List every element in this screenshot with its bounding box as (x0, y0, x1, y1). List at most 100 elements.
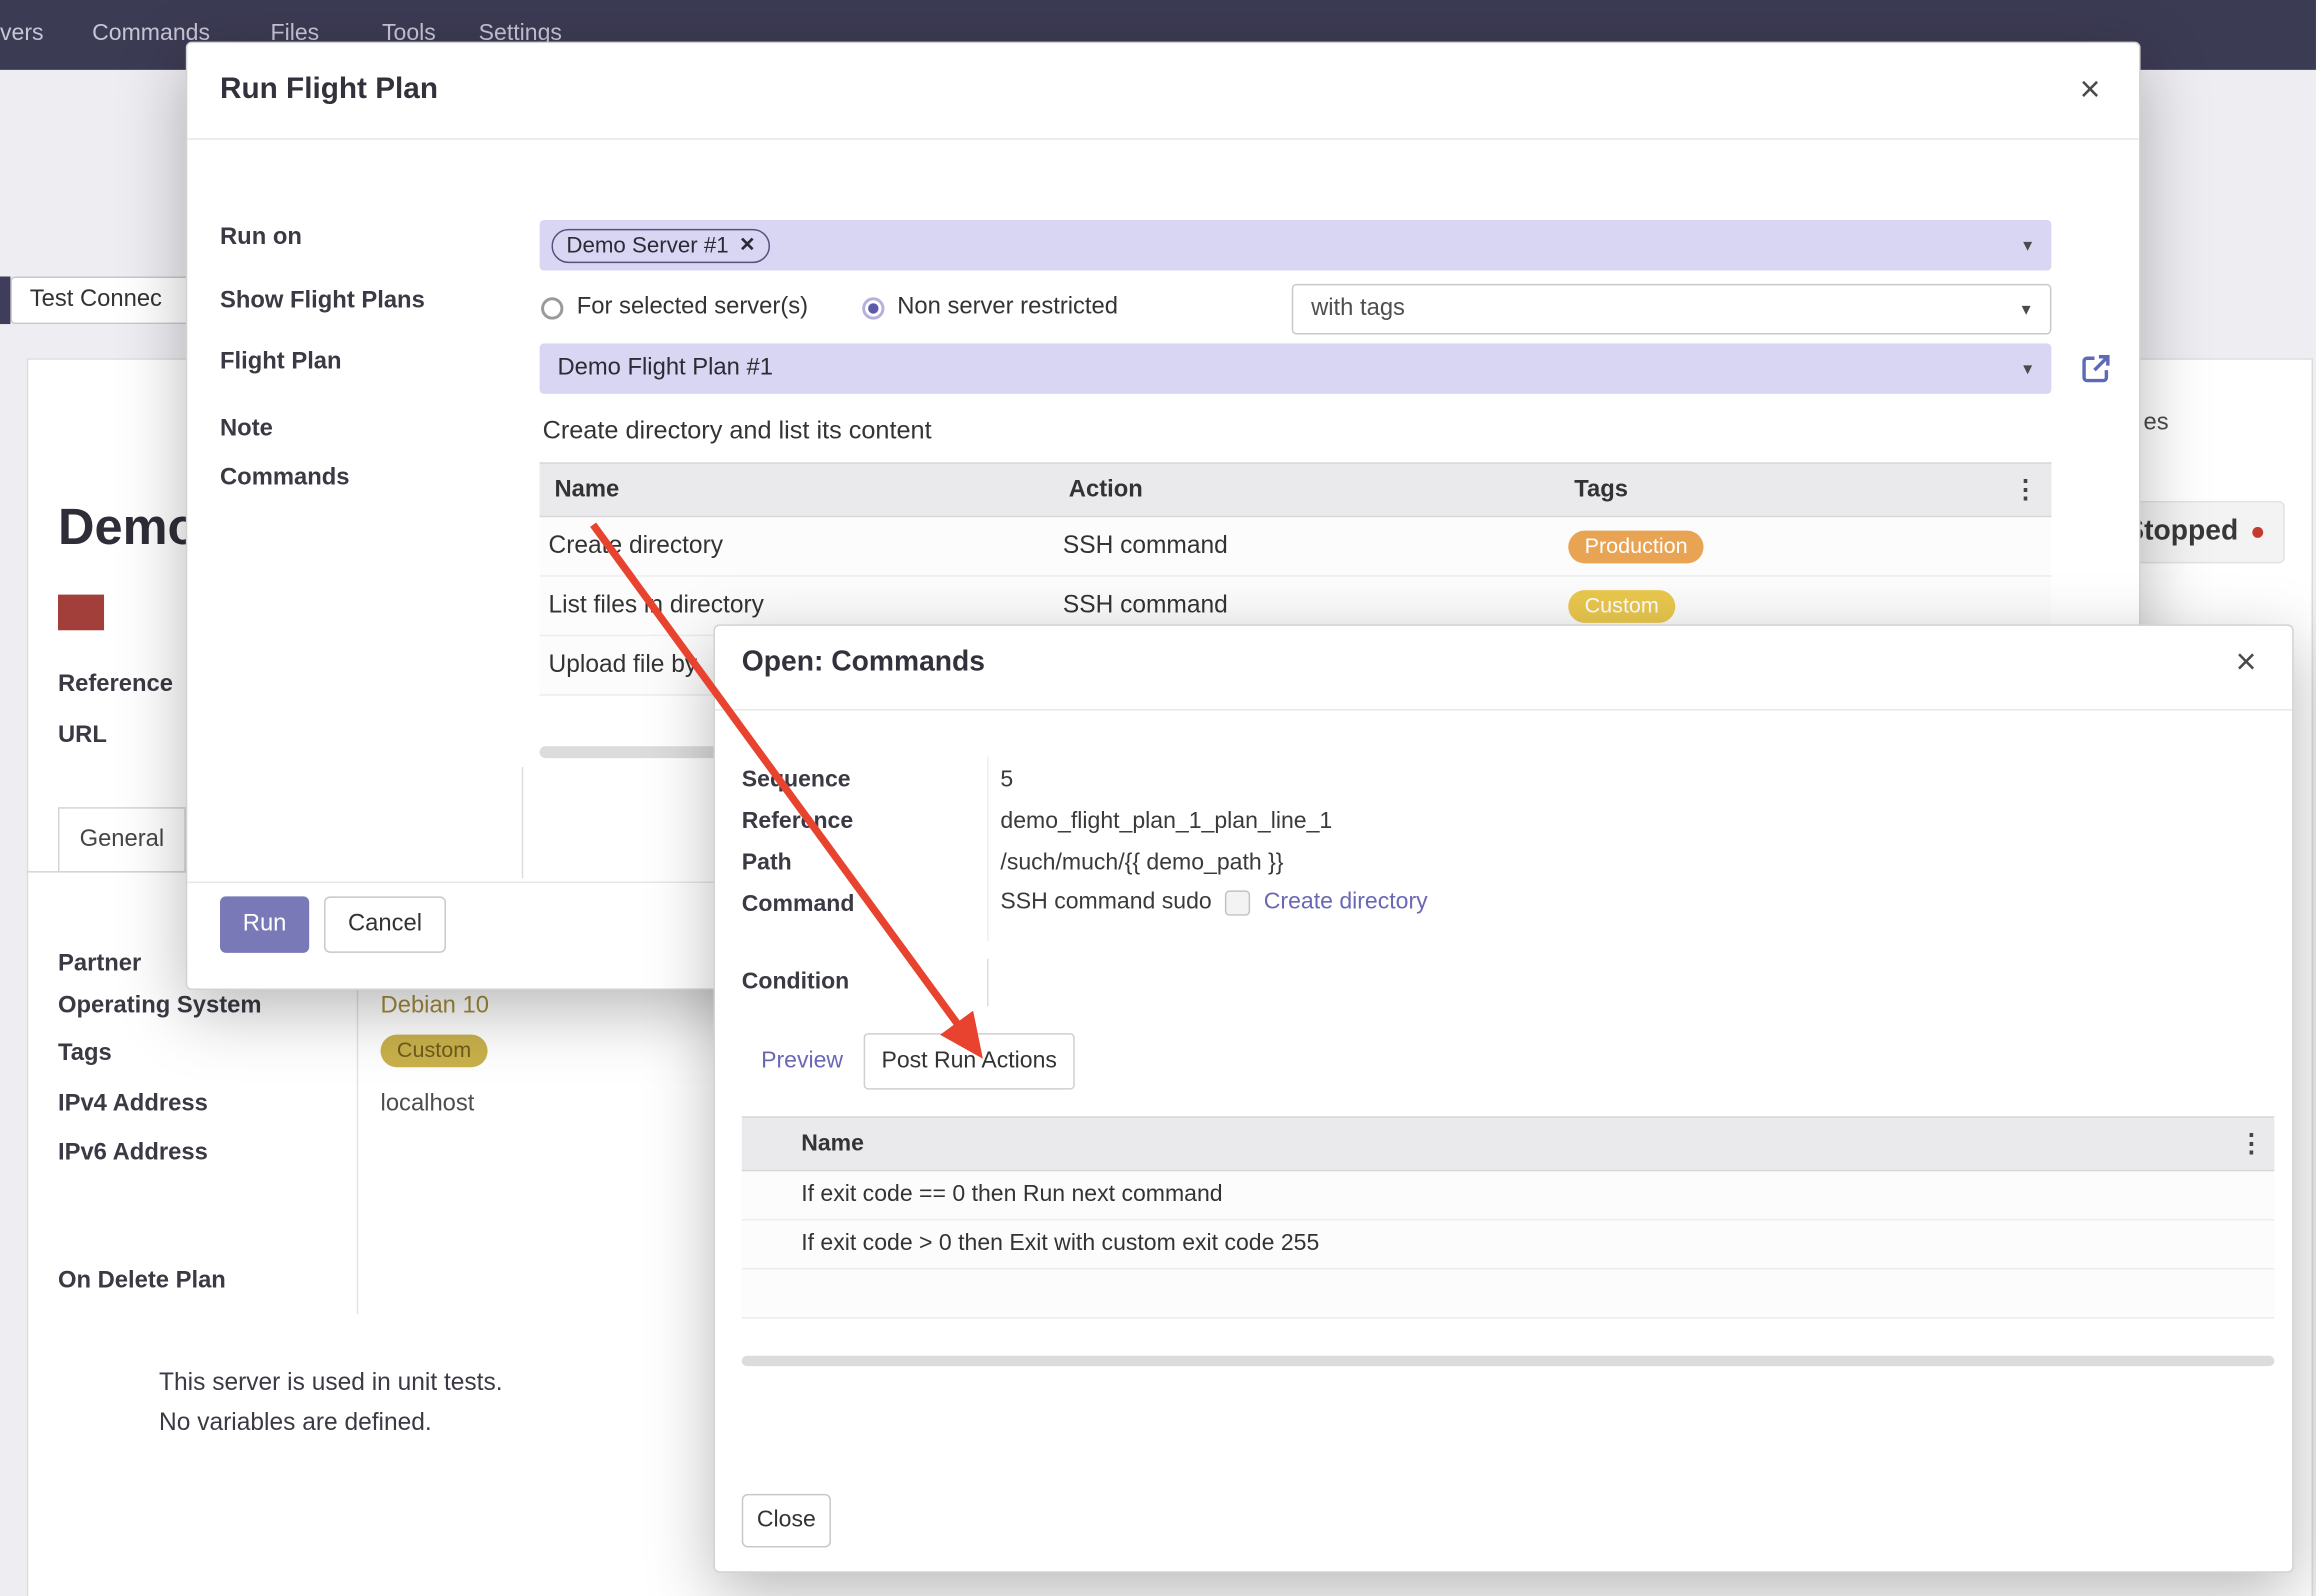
tag-badge-custom[interactable]: Custom (381, 1035, 488, 1068)
color-swatch[interactable] (58, 595, 104, 631)
horizontal-scrollbar[interactable] (742, 1356, 2275, 1366)
run-on-select[interactable]: Demo Server #1 ✕ ▾ (540, 220, 2052, 271)
show-flight-plans-label: Show Flight Plans (220, 288, 425, 315)
path-value: /such/much/{{ demo_path }} (1000, 850, 1283, 877)
field-label-os: Operating System (58, 993, 262, 1020)
status-label: Stopped (2125, 516, 2238, 549)
field-label-on-delete-plan: On Delete Plan (58, 1268, 226, 1295)
field-label-tags: Tags (58, 1041, 112, 1068)
label-value-divider (357, 934, 358, 1315)
flight-plan-value: Demo Flight Plan #1 (557, 355, 772, 382)
command-checkbox[interactable] (1225, 890, 1250, 915)
status-dot-icon: ● (2250, 517, 2265, 547)
hidden-button-edge (0, 276, 10, 324)
field-label-ipv6: IPv6 Address (58, 1140, 208, 1167)
col-header-action[interactable]: Action (1069, 476, 1574, 503)
note-label: Note (220, 416, 273, 443)
tab-post-run-actions[interactable]: Post Run Actions (864, 1033, 1075, 1089)
column-options-icon[interactable]: ⋮ (2239, 1129, 2275, 1159)
close-button[interactable]: Close (742, 1494, 831, 1548)
path-label: Path (742, 850, 792, 877)
close-button-label: Close (757, 1507, 816, 1534)
tab-general[interactable]: General (58, 807, 186, 872)
table-row-empty[interactable] (742, 1269, 2275, 1318)
tab-post-run-actions-label: Post Run Actions (881, 1048, 1056, 1075)
screen: vers Commands Files Tools Settings Test … (0, 0, 2316, 1596)
open-commands-modal: Open: Commands × Sequence Reference Path… (714, 624, 2294, 1572)
col-header-name[interactable]: Name (801, 1130, 2238, 1157)
server-chip-label: Demo Server #1 (566, 233, 728, 258)
cancel-button-label: Cancel (348, 911, 422, 938)
commands-modal-title: Open: Commands (742, 647, 985, 680)
chip-remove-icon[interactable]: ✕ (739, 233, 755, 257)
table-header-row: Name ⋮ (742, 1116, 2275, 1171)
reference-value: demo_flight_plan_1_plan_line_1 (1000, 809, 1332, 836)
modal-column-divider (522, 767, 523, 878)
run-button-label: Run (243, 911, 287, 938)
radio-label-selected-servers[interactable]: For selected server(s) (577, 294, 808, 321)
server-chip: Demo Server #1 ✕ (551, 228, 770, 262)
cell-action-name: If exit code > 0 then Exit with custom e… (801, 1231, 2274, 1258)
sequence-value: 5 (1000, 767, 1013, 794)
ipv4-value: localhost (381, 1091, 475, 1118)
cell-action: SSH command (1063, 592, 1568, 620)
cell-action-name: If exit code == 0 then Run next command (801, 1182, 2274, 1209)
table-row[interactable]: If exit code == 0 then Run next command (742, 1171, 2275, 1220)
reference-label: Reference (742, 809, 853, 836)
chevron-down-icon[interactable]: ▾ (2023, 235, 2032, 256)
tab-preview[interactable]: Preview (761, 1048, 843, 1075)
radio-label-non-server-restricted[interactable]: Non server restricted (897, 294, 1118, 321)
run-modal-header: Run Flight Plan × (187, 43, 2139, 140)
sheet-top-right-partial: es (2144, 410, 2169, 437)
with-tags-value: with tags (1311, 296, 1405, 323)
tab-general-label: General (80, 826, 165, 853)
condition-field-divider (987, 959, 988, 1007)
tag-badge-custom: Custom (1568, 589, 1675, 622)
create-directory-link[interactable]: Create directory (1264, 889, 1428, 916)
commands-label: Commands (220, 465, 350, 492)
command-value-row: SSH command sudo Create directory (1000, 889, 1427, 916)
condition-label: Condition (742, 969, 849, 996)
tag-badge-production: Production (1568, 530, 1704, 563)
field-label-partner: Partner (58, 951, 141, 978)
chevron-down-icon[interactable]: ▾ (2023, 358, 2032, 379)
field-divider (987, 757, 988, 941)
cell-action: SSH command (1063, 532, 1568, 560)
cell-name: List files in directory (540, 592, 1063, 620)
note-value: Create directory and list its content (543, 416, 932, 446)
unit-test-note-line2: No variables are defined. (159, 1409, 432, 1437)
record-title: Demo (58, 499, 198, 557)
run-on-label: Run on (220, 224, 302, 251)
os-value-link[interactable]: Debian 10 (381, 993, 489, 1020)
field-label-ipv4: IPv4 Address (58, 1091, 208, 1118)
cell-name: Create directory (540, 532, 1063, 560)
radio-non-server-restricted[interactable] (862, 297, 884, 319)
nav-item-servers[interactable]: vers (0, 21, 44, 48)
unit-test-note-line1: This server is used in unit tests. (159, 1369, 503, 1397)
run-button[interactable]: Run (220, 896, 309, 952)
field-label-reference: Reference (58, 672, 173, 699)
command-value: SSH command sudo (1000, 889, 1211, 916)
col-header-name[interactable]: Name (540, 476, 1069, 503)
table-row[interactable]: Create directory SSH command Production (540, 517, 2052, 576)
radio-for-selected-servers[interactable] (541, 297, 563, 319)
cancel-button[interactable]: Cancel (324, 896, 446, 952)
sequence-label: Sequence (742, 767, 851, 794)
table-header-row: Name Action Tags ⋮ (540, 462, 2052, 517)
command-label: Command (742, 892, 855, 919)
with-tags-select[interactable]: with tags ▾ (1292, 284, 2052, 335)
flight-plan-select[interactable]: Demo Flight Plan #1 ▾ (540, 343, 2052, 394)
col-header-tags[interactable]: Tags (1574, 476, 2013, 503)
close-icon[interactable]: × (2080, 73, 2101, 109)
chevron-down-icon[interactable]: ▾ (2022, 299, 2031, 320)
show-flight-plans-radios: For selected server(s) Non server restri… (541, 294, 1118, 321)
run-modal-title: Run Flight Plan (220, 73, 438, 107)
column-options-icon[interactable]: ⋮ (2013, 475, 2052, 505)
close-icon[interactable]: × (2236, 645, 2257, 681)
table-row[interactable]: If exit code > 0 then Exit with custom e… (742, 1220, 2275, 1269)
flight-plan-label: Flight Plan (220, 349, 342, 376)
post-run-actions-table: Name ⋮ If exit code == 0 then Run next c… (742, 1116, 2275, 1318)
tab-row-divider (27, 871, 198, 872)
commands-modal-header: Open: Commands × (715, 626, 2292, 711)
external-link-icon[interactable] (2078, 351, 2114, 387)
